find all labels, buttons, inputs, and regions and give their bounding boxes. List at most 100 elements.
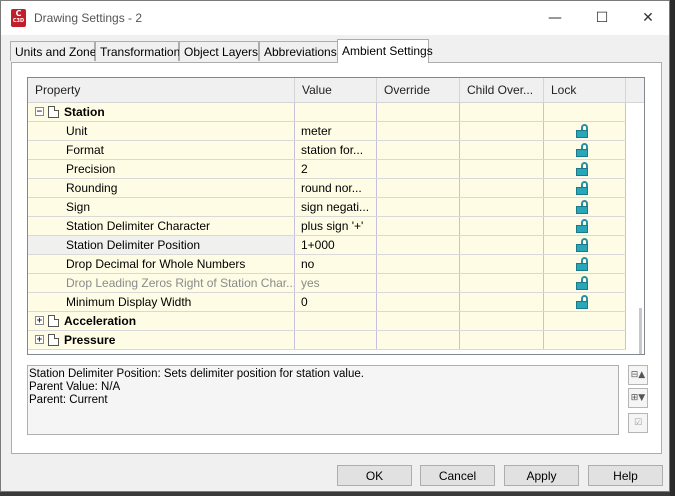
expand-icon[interactable]: + <box>35 316 44 326</box>
unlocked-icon[interactable] <box>576 238 590 252</box>
property-name-cell[interactable]: Unit <box>28 122 295 140</box>
lock-cell[interactable] <box>544 217 626 235</box>
property-name-cell[interactable]: Format <box>28 141 295 159</box>
grid-group-row[interactable]: − Station <box>28 103 644 122</box>
grid-group-row[interactable]: + Pressure <box>28 331 644 350</box>
unlocked-icon[interactable] <box>576 219 590 233</box>
column-header-override[interactable]: Override <box>377 78 460 102</box>
property-value-cell[interactable]: station for... <box>295 141 377 159</box>
lock-cell[interactable] <box>544 312 626 330</box>
child-override-cell[interactable] <box>460 122 544 140</box>
override-cell[interactable] <box>377 255 460 273</box>
override-cell[interactable] <box>377 141 460 159</box>
unlocked-icon[interactable] <box>576 124 590 138</box>
property-name-cell[interactable]: Drop Decimal for Whole Numbers <box>28 255 295 273</box>
lock-cell[interactable] <box>544 141 626 159</box>
column-header-lock[interactable]: Lock <box>544 78 626 102</box>
property-value-cell[interactable]: round nor... <box>295 179 377 197</box>
lock-cell[interactable] <box>544 331 626 349</box>
unlocked-icon[interactable] <box>576 295 590 309</box>
property-value-cell[interactable]: 2 <box>295 160 377 178</box>
override-cell[interactable] <box>377 331 460 349</box>
property-name-cell[interactable]: Precision <box>28 160 295 178</box>
lock-cell[interactable] <box>544 274 626 292</box>
override-cell[interactable] <box>377 198 460 216</box>
child-override-cell[interactable] <box>460 236 544 254</box>
override-cell[interactable] <box>377 160 460 178</box>
tab-transformation[interactable]: Transformation <box>95 41 180 61</box>
child-override-cell[interactable] <box>460 198 544 216</box>
property-name-cell[interactable]: Station Delimiter Character <box>28 217 295 235</box>
grid-property-row[interactable]: Minimum Display Width 0 <box>28 293 644 312</box>
ok-button[interactable]: OK <box>337 465 412 486</box>
lock-cell[interactable] <box>544 122 626 140</box>
override-cell[interactable] <box>377 274 460 292</box>
property-value-cell[interactable] <box>295 331 377 349</box>
property-value-cell[interactable]: yes <box>295 274 377 292</box>
unlocked-icon[interactable] <box>576 162 590 176</box>
tab-ambient-settings[interactable]: Ambient Settings <box>337 39 433 63</box>
unlocked-icon[interactable] <box>576 276 590 290</box>
override-cell[interactable] <box>377 122 460 140</box>
property-value-cell[interactable]: 0 <box>295 293 377 311</box>
property-name-cell[interactable]: Minimum Display Width <box>28 293 295 311</box>
grid-property-row[interactable]: Drop Decimal for Whole Numbers no <box>28 255 644 274</box>
lock-cell[interactable] <box>544 103 626 121</box>
collapse-all-button[interactable]: ⊟▲ <box>628 365 648 385</box>
column-header-child-override[interactable]: Child Over... <box>460 78 544 102</box>
help-button[interactable]: Help <box>588 465 663 486</box>
check-button[interactable]: ☑ <box>628 413 648 433</box>
apply-button[interactable]: Apply <box>504 465 579 486</box>
grid-property-row[interactable]: Format station for... <box>28 141 644 160</box>
override-cell[interactable] <box>377 293 460 311</box>
child-override-cell[interactable] <box>460 179 544 197</box>
property-value-cell[interactable]: 1+000 <box>295 236 377 254</box>
tab-abbreviations[interactable]: Abbreviations <box>259 41 338 61</box>
grid-group-row[interactable]: + Acceleration <box>28 312 644 331</box>
expand-icon[interactable]: + <box>35 335 44 345</box>
grid-property-row[interactable]: Precision 2 <box>28 160 644 179</box>
child-override-cell[interactable] <box>460 312 544 330</box>
property-name-cell[interactable]: Sign <box>28 198 295 216</box>
property-value-cell[interactable]: sign negati... <box>295 198 377 216</box>
scrollbar-thumb[interactable] <box>639 308 642 354</box>
property-value-cell[interactable] <box>295 103 377 121</box>
child-override-cell[interactable] <box>460 160 544 178</box>
override-cell[interactable] <box>377 236 460 254</box>
grid-property-row[interactable]: Drop Leading Zeros Right of Station Char… <box>28 274 644 293</box>
child-override-cell[interactable] <box>460 331 544 349</box>
grid-property-row[interactable]: Rounding round nor... <box>28 179 644 198</box>
property-value-cell[interactable]: meter <box>295 122 377 140</box>
override-cell[interactable] <box>377 103 460 121</box>
child-override-cell[interactable] <box>460 274 544 292</box>
collapse-icon[interactable]: − <box>35 107 44 117</box>
lock-cell[interactable] <box>544 255 626 273</box>
child-override-cell[interactable] <box>460 255 544 273</box>
close-button[interactable]: ✕ <box>625 5 671 31</box>
child-override-cell[interactable] <box>460 217 544 235</box>
property-name-cell[interactable]: − Station <box>28 103 295 121</box>
unlocked-icon[interactable] <box>576 181 590 195</box>
lock-cell[interactable] <box>544 160 626 178</box>
property-name-cell[interactable]: + Pressure <box>28 331 295 349</box>
vertical-scrollbar[interactable] <box>626 103 644 354</box>
property-value-cell[interactable] <box>295 312 377 330</box>
property-value-cell[interactable]: plus sign '+' <box>295 217 377 235</box>
unlocked-icon[interactable] <box>576 200 590 214</box>
property-name-cell[interactable]: Rounding <box>28 179 295 197</box>
cancel-button[interactable]: Cancel <box>420 465 495 486</box>
lock-cell[interactable] <box>544 236 626 254</box>
tab-units-and-zone[interactable]: Units and Zone <box>10 41 96 61</box>
tab-object-layers[interactable]: Object Layers <box>179 41 259 61</box>
property-value-cell[interactable]: no <box>295 255 377 273</box>
lock-cell[interactable] <box>544 179 626 197</box>
expand-all-button[interactable]: ⊞▼ <box>628 388 648 408</box>
child-override-cell[interactable] <box>460 103 544 121</box>
lock-cell[interactable] <box>544 293 626 311</box>
grid-property-row[interactable]: Station Delimiter Character plus sign '+' <box>28 217 644 236</box>
override-cell[interactable] <box>377 217 460 235</box>
child-override-cell[interactable] <box>460 141 544 159</box>
grid-property-row[interactable]: Station Delimiter Position 1+000 <box>28 236 644 255</box>
lock-cell[interactable] <box>544 198 626 216</box>
child-override-cell[interactable] <box>460 293 544 311</box>
